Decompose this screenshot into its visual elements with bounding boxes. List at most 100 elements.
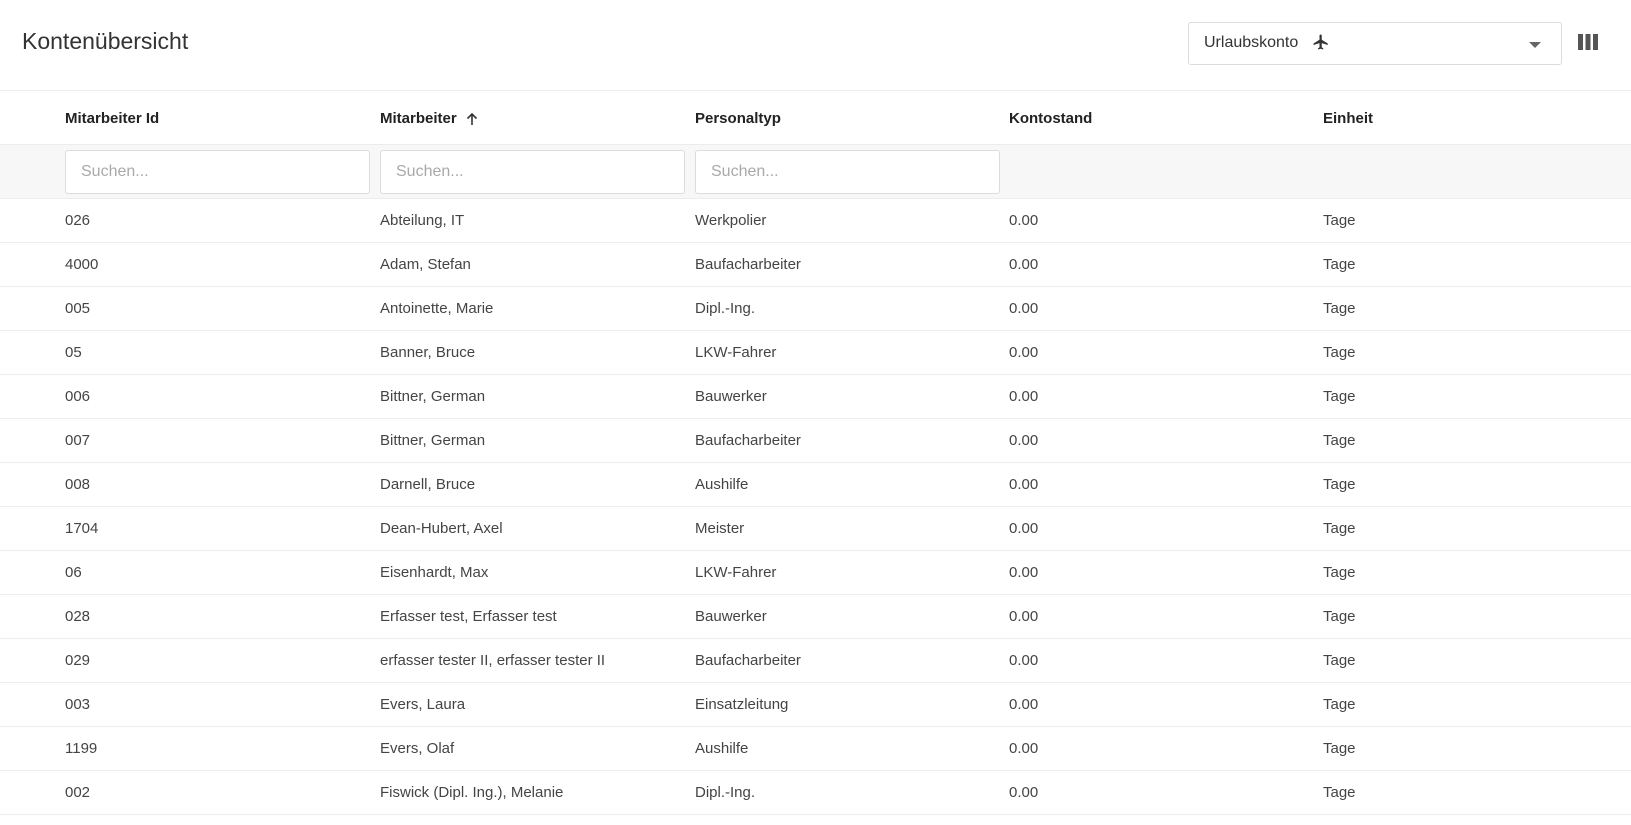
cell-balance: 0.00 <box>1009 740 1039 757</box>
columns-toggle-button[interactable] <box>1577 31 1599 53</box>
cell-employee-id: 4000 <box>65 256 99 273</box>
column-header-balance[interactable]: Kontostand <box>1009 110 1092 127</box>
column-header-unit[interactable]: Einheit <box>1323 110 1373 127</box>
cell-balance: 0.00 <box>1009 784 1039 801</box>
cell-personnel-type: Bauwerker <box>695 388 767 405</box>
accounts-table: Mitarbeiter Id Mitarbeiter Personaltyp K… <box>0 91 1631 815</box>
cell-balance: 0.00 <box>1009 696 1039 713</box>
table-body: 026 Abteilung, IT Werkpolier 0.00 Tage 4000 Ad… <box>0 199 1631 815</box>
cell-personnel-type: LKW-Fahrer <box>695 564 777 581</box>
cell-employee-id: 005 <box>65 300 91 317</box>
cell-employee-id: 006 <box>65 388 91 405</box>
table-row[interactable]: 007 Bittner, German Baufacharbeiter 0.00 Tag… <box>0 419 1631 463</box>
table-row[interactable]: 008 Darnell, Bruce Aushilfe 0.00 Tage <box>0 463 1631 507</box>
cell-personnel-type: Aushilfe <box>695 740 749 757</box>
cell-employee: Banner, Bruce <box>380 344 476 361</box>
cell-personnel-type: Einsatzleitung <box>695 696 789 713</box>
cell-employee: Evers, Laura <box>380 696 466 713</box>
cell-employee: Bittner, German <box>380 432 486 449</box>
cell-unit: Tage <box>1323 608 1356 625</box>
cell-personnel-type: Aushilfe <box>695 476 749 493</box>
cell-balance: 0.00 <box>1009 564 1039 581</box>
cell-unit: Tage <box>1323 564 1356 581</box>
cell-unit: Tage <box>1323 652 1356 669</box>
cell-unit: Tage <box>1323 256 1356 273</box>
filter-employee-input[interactable] <box>380 150 685 194</box>
cell-employee: Antoinette, Marie <box>380 300 494 317</box>
cell-personnel-type: Bauwerker <box>695 608 767 625</box>
cell-employee: Adam, Stefan <box>380 256 471 273</box>
cell-employee-id: 029 <box>65 652 91 669</box>
table-row[interactable]: 005 Antoinette, Marie Dipl.-Ing. 0.00 Tage <box>0 287 1631 331</box>
cell-employee-id: 028 <box>65 608 91 625</box>
cell-personnel-type: Baufacharbeiter <box>695 256 801 273</box>
cell-unit: Tage <box>1323 784 1356 801</box>
cell-employee-id: 002 <box>65 784 91 801</box>
cell-employee-id: 06 <box>65 564 82 581</box>
cell-balance: 0.00 <box>1009 652 1039 669</box>
filter-employee-id-input[interactable] <box>65 150 370 194</box>
cell-balance: 0.00 <box>1009 388 1039 405</box>
cell-balance: 0.00 <box>1009 256 1039 273</box>
cell-employee: Eisenhardt, Max <box>380 564 489 581</box>
table-row[interactable]: 029 erfasser tester II, erfasser tester I… <box>0 639 1631 683</box>
table-row[interactable]: 4000 Adam, Stefan Baufacharbeiter 0.00 Tage <box>0 243 1631 287</box>
cell-employee: Abteilung, IT <box>380 212 465 229</box>
table-row[interactable]: 1704 Dean-Hubert, Axel Meister 0.00 Tage <box>0 507 1631 551</box>
cell-unit: Tage <box>1323 740 1356 757</box>
table-row[interactable]: 1199 Evers, Olaf Aushilfe 0.00 Tage <box>0 727 1631 771</box>
account-type-select[interactable]: Urlaubskonto <box>1188 22 1562 65</box>
cell-unit: Tage <box>1323 520 1356 537</box>
column-header-employee[interactable]: Mitarbeiter <box>380 110 479 127</box>
cell-unit: Tage <box>1323 476 1356 493</box>
cell-personnel-type: Meister <box>695 520 745 537</box>
cell-unit: Tage <box>1323 212 1356 229</box>
table-row[interactable]: 002 Fiswick (Dipl. Ing.), Melanie Dipl.-In… <box>0 771 1631 815</box>
cell-personnel-type: Dipl.-Ing. <box>695 300 756 317</box>
cell-personnel-type: Baufacharbeiter <box>695 652 801 669</box>
cell-unit: Tage <box>1323 696 1356 713</box>
cell-employee: Darnell, Bruce <box>380 476 476 493</box>
cell-balance: 0.00 <box>1009 608 1039 625</box>
cell-personnel-type: Baufacharbeiter <box>695 432 801 449</box>
cell-balance: 0.00 <box>1009 212 1039 229</box>
page-header: Kontenübersicht Urlaubskonto <box>0 0 1631 91</box>
cell-unit: Tage <box>1323 388 1356 405</box>
cell-personnel-type: LKW-Fahrer <box>695 344 777 361</box>
cell-employee-id: 008 <box>65 476 91 493</box>
table-row[interactable]: 06 Eisenhardt, Max LKW-Fahrer 0.00 Tage <box>0 551 1631 595</box>
cell-employee-id: 1704 <box>65 520 99 537</box>
filter-personnel-type-input[interactable] <box>695 150 1000 194</box>
columns-icon <box>1578 34 1598 50</box>
cell-personnel-type: Werkpolier <box>695 212 767 229</box>
airplane-icon <box>1312 33 1330 51</box>
cell-employee-id: 026 <box>65 212 91 229</box>
table-row[interactable]: 006 Bittner, German Bauwerker 0.00 Tage <box>0 375 1631 419</box>
cell-employee: Fiswick (Dipl. Ing.), Melanie <box>380 784 564 801</box>
cell-employee: Evers, Olaf <box>380 740 455 757</box>
cell-balance: 0.00 <box>1009 476 1039 493</box>
cell-balance: 0.00 <box>1009 432 1039 449</box>
cell-employee: erfasser tester II, erfasser tester II <box>380 652 606 669</box>
cell-unit: Tage <box>1323 432 1356 449</box>
filter-row <box>0 145 1631 199</box>
page-title: Kontenübersicht <box>22 28 189 54</box>
cell-employee: Bittner, German <box>380 388 486 405</box>
table-row[interactable]: 026 Abteilung, IT Werkpolier 0.00 Tage <box>0 199 1631 243</box>
account-type-value: Urlaubskonto <box>1204 34 1299 51</box>
cell-employee-id: 05 <box>65 344 82 361</box>
cell-employee: Erfasser test, Erfasser test <box>380 608 557 625</box>
cell-balance: 0.00 <box>1009 520 1039 537</box>
table-header-row: Mitarbeiter Id Mitarbeiter Personaltyp K… <box>0 91 1631 145</box>
cell-personnel-type: Dipl.-Ing. <box>695 784 756 801</box>
cell-balance: 0.00 <box>1009 300 1039 317</box>
cell-unit: Tage <box>1323 300 1356 317</box>
table-row[interactable]: 028 Erfasser test, Erfasser test Bauwerker… <box>0 595 1631 639</box>
column-header-employee-id[interactable]: Mitarbeiter Id <box>65 110 159 127</box>
cell-unit: Tage <box>1323 344 1356 361</box>
table-row[interactable]: 003 Evers, Laura Einsatzleitung 0.00 Tage <box>0 683 1631 727</box>
column-header-personnel-type[interactable]: Personaltyp <box>695 110 781 127</box>
table-row[interactable]: 05 Banner, Bruce LKW-Fahrer 0.00 Tage <box>0 331 1631 375</box>
cell-employee-id: 003 <box>65 696 91 713</box>
cell-employee-id: 1199 <box>65 740 98 757</box>
